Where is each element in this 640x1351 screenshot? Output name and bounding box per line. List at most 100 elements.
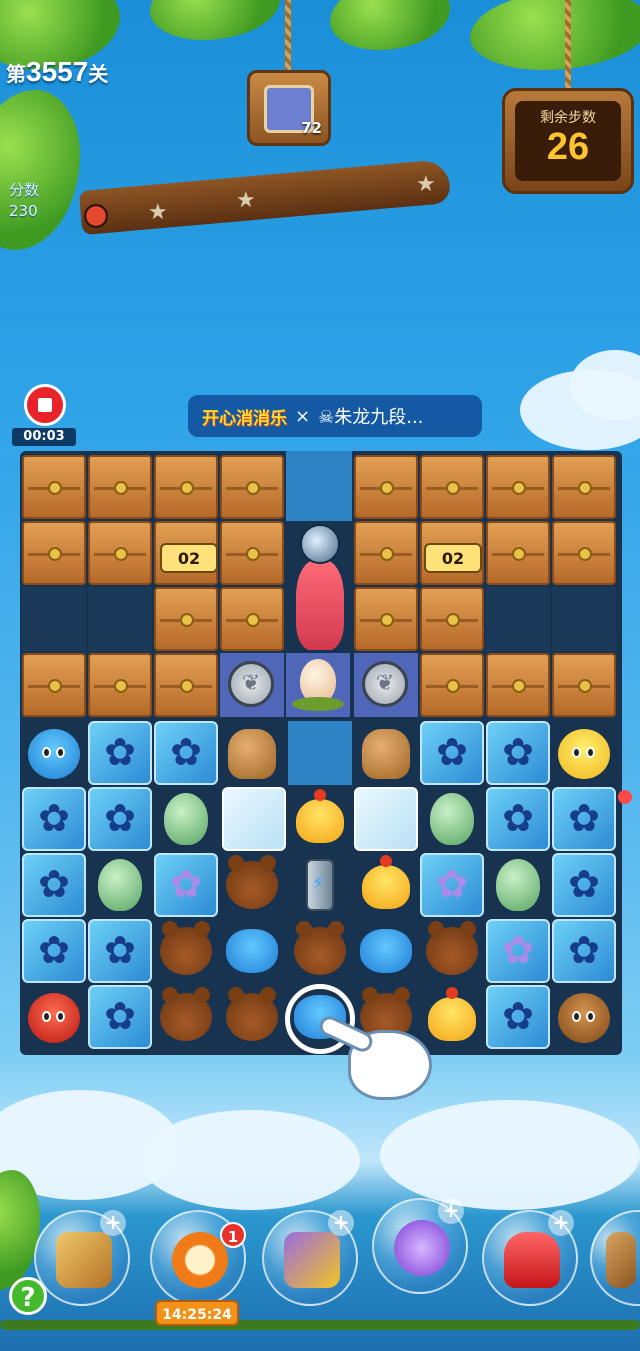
battery-piece[interactable]: [288, 853, 352, 917]
leaf-decoration: [0, 90, 80, 250]
rope-knot-icon: [246, 481, 260, 495]
bear-piece[interactable]: [154, 919, 218, 983]
battery-icon: [306, 859, 334, 911]
shuffle-booster-icon: [56, 1232, 112, 1288]
rope-knot-icon: [180, 481, 194, 495]
rocket-booster-button[interactable]: +: [482, 1210, 578, 1306]
blue-flower-tile[interactable]: ✿: [486, 985, 550, 1049]
yellow-bird-piece[interactable]: [552, 721, 616, 785]
rope-knot-icon: [48, 547, 62, 561]
crate-tile: [154, 455, 218, 519]
bear-piece[interactable]: [288, 919, 352, 983]
blue-flower-tile[interactable]: ✿: [22, 853, 86, 917]
hippo-piece[interactable]: [220, 919, 284, 983]
add-booster-icon[interactable]: +: [100, 1210, 126, 1236]
rock-icon: [228, 729, 276, 779]
green-egg-piece[interactable]: [486, 853, 550, 917]
empty-slot: [552, 587, 616, 651]
chick-piece[interactable]: [354, 853, 418, 917]
stop-record-icon[interactable]: [24, 384, 66, 426]
swap-booster-button[interactable]: +: [262, 1210, 358, 1306]
bear-icon: [426, 921, 478, 975]
rope-knot-icon: [246, 613, 260, 627]
bear-icon: [294, 921, 346, 975]
purple-flower-tile[interactable]: ✿: [154, 853, 218, 917]
blue-flower-tile[interactable]: ✿: [88, 985, 152, 1049]
line-booster-icon: [394, 1220, 450, 1276]
leaf-decoration: [150, 0, 280, 40]
crate-tile: [420, 653, 484, 717]
green-egg-piece[interactable]: [88, 853, 152, 917]
level-prefix: 第: [6, 64, 26, 86]
rope-knot-icon: [512, 481, 526, 495]
record-timer: 00:03: [12, 428, 76, 446]
blue-flower-tile[interactable]: ✿: [486, 721, 550, 785]
extra-time-booster-button[interactable]: 1: [150, 1210, 246, 1306]
crate-tile: [552, 653, 616, 717]
lock-counter: 02: [424, 543, 482, 573]
bear-piece[interactable]: [220, 985, 284, 1049]
crate-tile: [88, 455, 152, 519]
fish-collector: [290, 524, 350, 652]
crate-tile: [420, 455, 484, 519]
vine-decoration: [0, 1320, 640, 1330]
green-egg-piece[interactable]: [154, 787, 218, 851]
blue-flower-tile[interactable]: ✿: [552, 787, 616, 851]
score-value: 230: [9, 202, 38, 220]
booster-count-badge: 1: [220, 1222, 246, 1248]
add-booster-icon[interactable]: +: [438, 1198, 464, 1224]
cloud: [380, 1100, 640, 1210]
bear-piece[interactable]: [420, 919, 484, 983]
moves-remaining: 26: [546, 126, 590, 168]
blue-flower-tile[interactable]: ✿: [154, 721, 218, 785]
moves-label: 剩余步数: [540, 110, 596, 126]
hippo-piece[interactable]: [354, 919, 418, 983]
rope: [285, 0, 291, 72]
level-suffix: 关: [88, 64, 109, 86]
blue-flower-tile[interactable]: ✿: [552, 853, 616, 917]
blue-bird-piece[interactable]: [22, 721, 86, 785]
friend-banner[interactable]: 开心消消乐 × ☠朱龙九段...: [188, 395, 482, 437]
help-icon[interactable]: ?: [9, 1277, 47, 1315]
hammer-booster-button[interactable]: [590, 1210, 640, 1306]
red-bird-piece[interactable]: [22, 985, 86, 1049]
purple-flower-tile[interactable]: ✿: [420, 853, 484, 917]
purple-flower-tile[interactable]: ✿: [486, 919, 550, 983]
shuffle-booster-button[interactable]: +: [34, 1210, 130, 1306]
bear-piece[interactable]: [154, 985, 218, 1049]
crate-tile: [354, 521, 418, 585]
blue-flower-tile[interactable]: ✿: [22, 919, 86, 983]
ladybug-progress-marker: [84, 204, 108, 228]
blue-flower-tile[interactable]: ✿: [88, 787, 152, 851]
booster-timer: 14:25:24: [155, 1300, 239, 1326]
lock-counter: 02: [160, 543, 218, 573]
bear-piece[interactable]: [220, 853, 284, 917]
blue-flower-tile[interactable]: ✿: [88, 721, 152, 785]
line-booster-button[interactable]: +: [372, 1198, 468, 1294]
blue-flower-tile[interactable]: ✿: [420, 721, 484, 785]
notification-dot: [618, 790, 632, 804]
crate-tile: [220, 455, 284, 519]
brown-bird-piece[interactable]: [552, 985, 616, 1049]
rope-knot-icon: [512, 547, 526, 561]
add-booster-icon[interactable]: +: [328, 1210, 354, 1236]
blue-flower-tile[interactable]: ✿: [486, 787, 550, 851]
silver-coin-tile: ❦: [220, 653, 284, 717]
add-booster-icon[interactable]: +: [548, 1210, 574, 1236]
leaf-decoration: [470, 0, 640, 70]
brown-bird-icon: [558, 993, 610, 1043]
blue-flower-tile[interactable]: ✿: [552, 919, 616, 983]
chick-piece[interactable]: [288, 787, 352, 851]
green-egg-piece[interactable]: [420, 787, 484, 851]
crate-tile: [486, 455, 550, 519]
rope-knot-icon: [446, 481, 460, 495]
chick-icon: [362, 855, 410, 909]
rope-knot-icon: [246, 547, 260, 561]
score-star-3: ★: [416, 172, 436, 197]
red-bird-icon: [28, 993, 80, 1043]
rocket-booster-icon: [504, 1232, 560, 1288]
nest-icon: [292, 697, 344, 711]
blue-flower-tile[interactable]: ✿: [22, 787, 86, 851]
blue-flower-tile[interactable]: ✿: [88, 919, 152, 983]
crate-tile: [354, 587, 418, 651]
